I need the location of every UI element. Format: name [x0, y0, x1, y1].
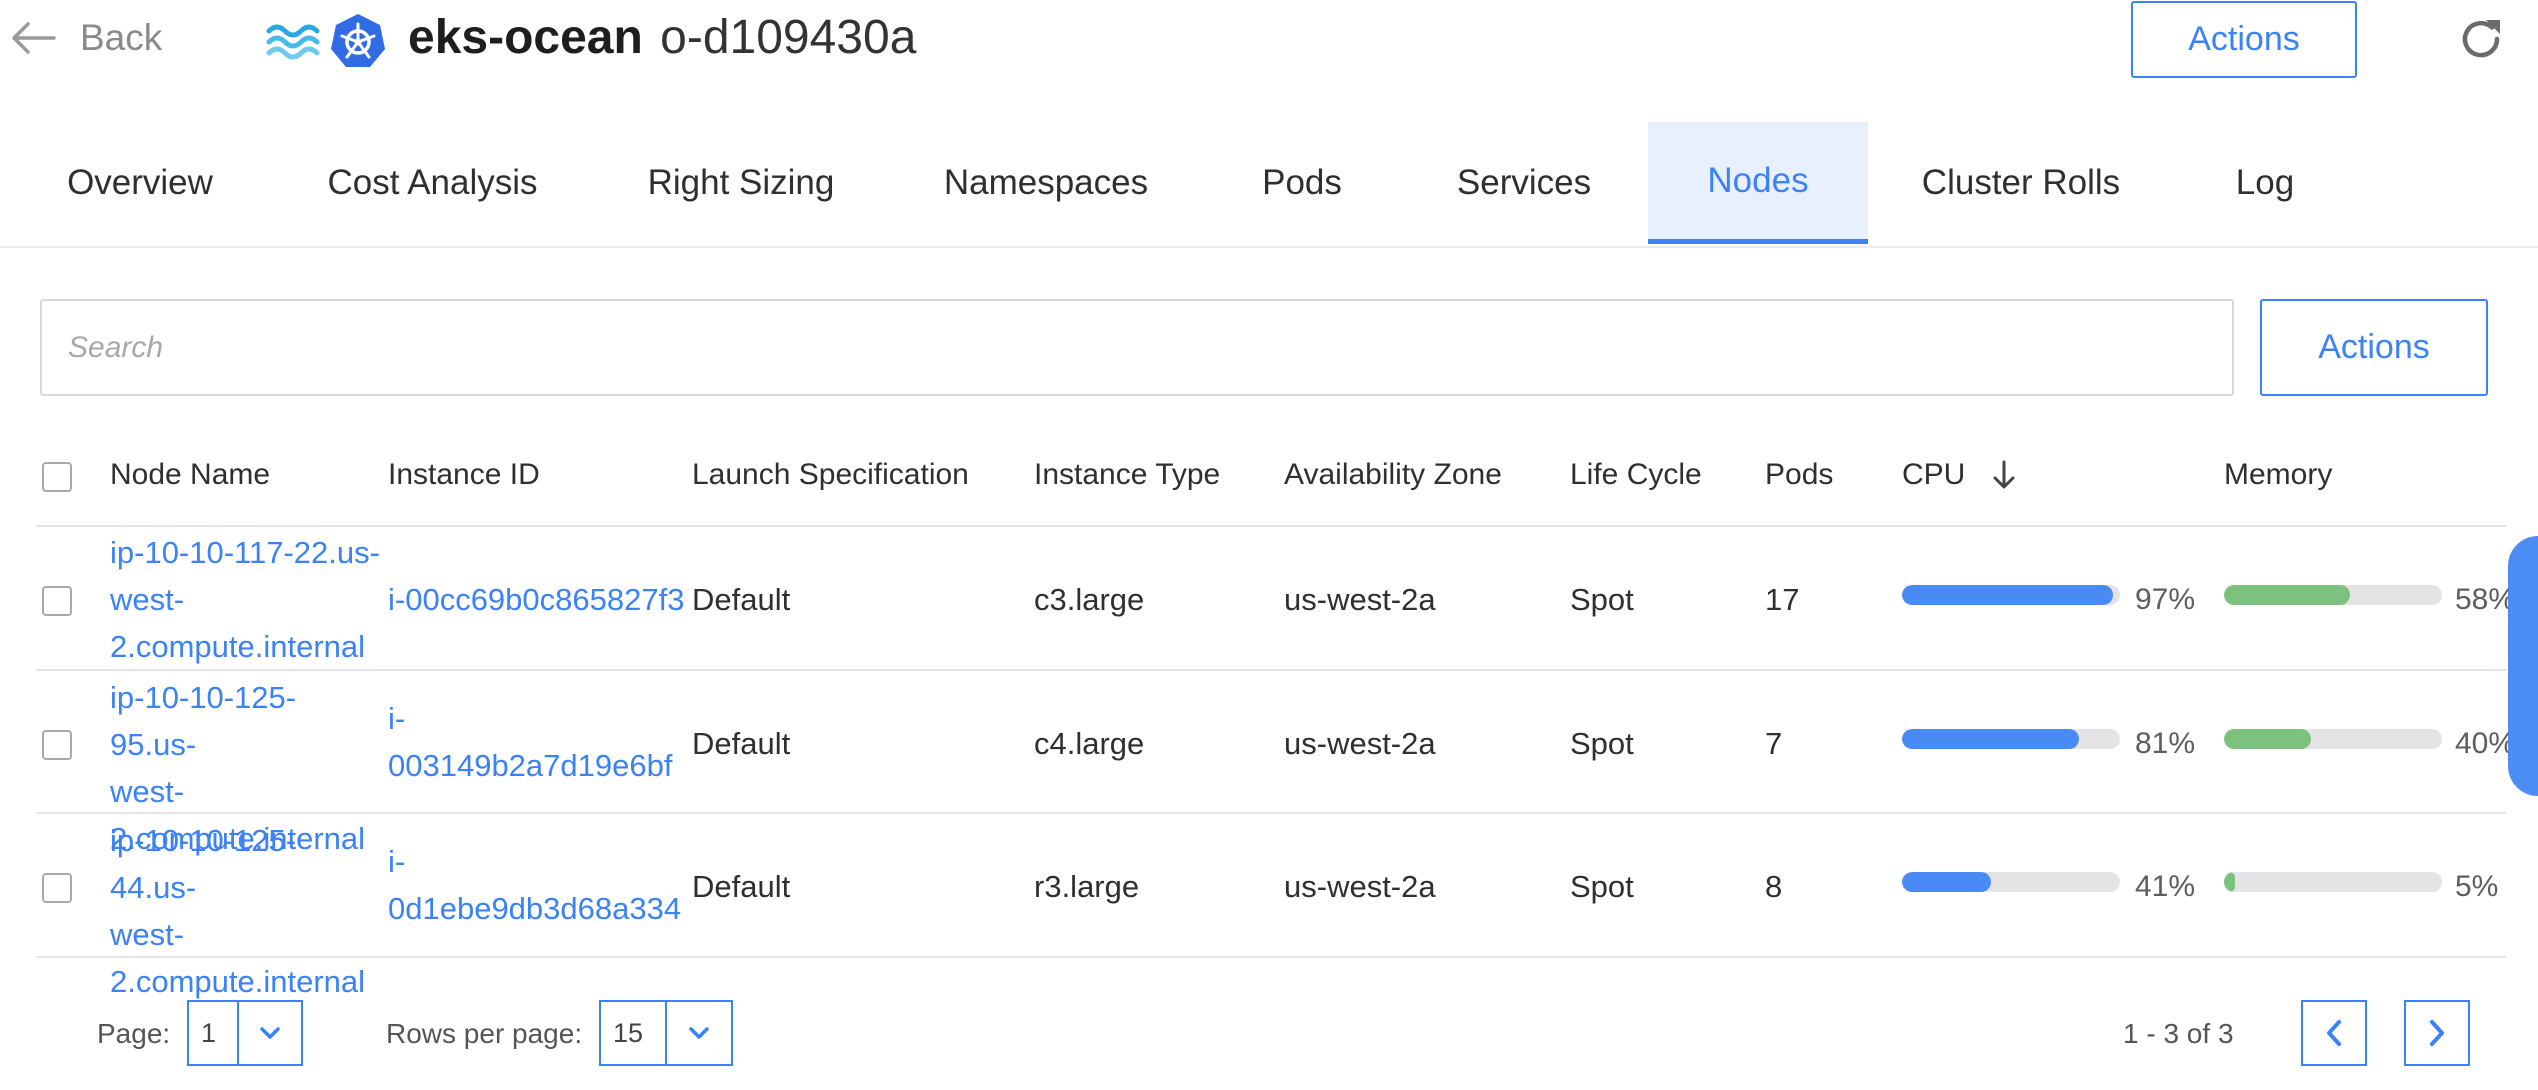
page-select[interactable]: 1	[187, 1000, 303, 1066]
kubernetes-logo-icon	[331, 14, 385, 67]
memory-usage-value: 5%	[2455, 870, 2499, 903]
back-arrow-icon	[12, 22, 56, 54]
memory-usage-value: 58%	[2455, 583, 2516, 616]
memory-usage-fill	[2224, 872, 2235, 892]
column-header-pods[interactable]: Pods	[1765, 455, 1833, 495]
tab-bar: Overview Cost Analysis Right Sizing Name…	[0, 122, 2538, 248]
pagination-range: 1 - 3 of 3	[2123, 1018, 2234, 1049]
cpu-header-label: CPU	[1902, 458, 1966, 491]
row-checkbox[interactable]	[42, 586, 72, 616]
instance-id-link[interactable]: i- 003149b2a7d19e6bf	[388, 695, 678, 789]
instance-id-link[interactable]: i- 0d1ebe9db3d68a334	[388, 838, 681, 932]
cpu-usage-fill	[1902, 585, 2114, 605]
launch-specification: Default	[692, 869, 791, 904]
tab-services[interactable]: Services	[1440, 122, 1608, 244]
column-header-instance-type[interactable]: Instance Type	[1034, 455, 1220, 495]
launch-specification: Default	[692, 582, 791, 617]
tab-namespaces[interactable]: Namespaces	[930, 122, 1162, 244]
node-name-link[interactable]: ip-10-10-117-22.us- west- 2.compute.inte…	[110, 529, 380, 670]
row-divider	[36, 812, 2506, 814]
pod-count: 8	[1765, 869, 1783, 904]
column-header-cpu[interactable]: CPU	[1902, 455, 2019, 495]
cpu-usage-bar	[1902, 729, 2120, 749]
side-panel-handle[interactable]	[2508, 536, 2538, 796]
row-checkbox[interactable]	[42, 873, 72, 903]
column-header-instance-id[interactable]: Instance ID	[388, 455, 540, 495]
back-label: Back	[80, 17, 163, 58]
header-actions-button[interactable]: Actions	[2131, 1, 2357, 78]
spot-ocean-logo-icon	[266, 24, 320, 60]
cpu-usage-fill	[1902, 729, 2079, 749]
tab-cluster-rolls[interactable]: Cluster Rolls	[1912, 122, 2130, 244]
cpu-usage-bar	[1902, 872, 2120, 892]
page-title: eks-ocean o-d109430a	[408, 6, 916, 70]
chevron-down-icon	[239, 1002, 301, 1064]
chevron-right-icon	[2430, 1020, 2444, 1046]
cluster-name: eks-ocean	[408, 11, 643, 64]
rows-per-page-select[interactable]: 15	[599, 1000, 733, 1066]
column-header-node-name[interactable]: Node Name	[110, 455, 270, 495]
tab-nodes[interactable]: Nodes	[1648, 122, 1868, 244]
column-header-memory[interactable]: Memory	[2224, 455, 2332, 495]
rows-per-page-label: Rows per page:	[386, 1018, 583, 1049]
availability-zone: us-west-2a	[1284, 869, 1436, 904]
refresh-icon[interactable]	[2456, 14, 2506, 64]
column-header-launch-specification[interactable]: Launch Specification	[692, 455, 969, 495]
memory-usage-value: 40%	[2455, 727, 2516, 760]
chevron-down-icon	[667, 1002, 731, 1064]
cpu-usage-bar	[1902, 585, 2120, 605]
chevron-left-icon	[2327, 1020, 2341, 1046]
search-input[interactable]	[40, 299, 2234, 396]
pod-count: 17	[1765, 582, 1800, 617]
tab-pods[interactable]: Pods	[1235, 122, 1369, 244]
pod-count: 7	[1765, 726, 1783, 761]
memory-usage-bar	[2224, 872, 2442, 892]
cpu-usage-value: 81%	[2135, 727, 2196, 760]
tab-right-sizing[interactable]: Right Sizing	[630, 122, 852, 244]
cpu-usage-fill	[1902, 872, 1992, 892]
sort-descending-icon	[1993, 460, 2015, 489]
availability-zone: us-west-2a	[1284, 726, 1436, 761]
row-checkbox[interactable]	[42, 730, 72, 760]
memory-usage-fill	[2224, 729, 2312, 749]
tab-overview[interactable]: Overview	[40, 122, 240, 244]
node-name-link[interactable]: ip-10-10-125-44.us- west- 2.compute.inte…	[110, 817, 380, 1005]
launch-specification: Default	[692, 726, 791, 761]
life-cycle: Spot	[1570, 726, 1634, 761]
memory-usage-bar	[2224, 585, 2442, 605]
memory-usage-bar	[2224, 729, 2442, 749]
cluster-id: o-d109430a	[660, 11, 917, 64]
instance-id-link[interactable]: i-00cc69b0c865827f3	[388, 582, 684, 618]
header-divider	[36, 525, 2506, 527]
page-label: Page:	[97, 1018, 171, 1049]
table-actions-button[interactable]: Actions	[2260, 299, 2488, 396]
row-divider	[36, 956, 2506, 958]
column-header-life-cycle[interactable]: Life Cycle	[1570, 455, 1702, 495]
next-page-button[interactable]	[2404, 1000, 2470, 1066]
back-button[interactable]: Back	[8, 8, 162, 68]
select-all-checkbox[interactable]	[42, 462, 72, 492]
tab-log[interactable]: Log	[2210, 122, 2320, 244]
instance-type: r3.large	[1034, 869, 1140, 904]
rows-per-page-value: 15	[601, 1002, 667, 1064]
instance-type: c3.large	[1034, 582, 1145, 617]
cpu-usage-value: 97%	[2135, 583, 2196, 616]
page-select-value: 1	[189, 1002, 239, 1064]
column-header-availability-zone[interactable]: Availability Zone	[1284, 455, 1502, 495]
tab-cost-analysis[interactable]: Cost Analysis	[310, 122, 555, 244]
cluster-logos	[265, 12, 387, 70]
row-divider	[36, 669, 2506, 671]
instance-type: c4.large	[1034, 726, 1145, 761]
life-cycle: Spot	[1570, 869, 1634, 904]
cpu-usage-value: 41%	[2135, 870, 2196, 903]
availability-zone: us-west-2a	[1284, 582, 1436, 617]
previous-page-button[interactable]	[2301, 1000, 2367, 1066]
life-cycle: Spot	[1570, 582, 1634, 617]
memory-usage-fill	[2224, 585, 2351, 605]
